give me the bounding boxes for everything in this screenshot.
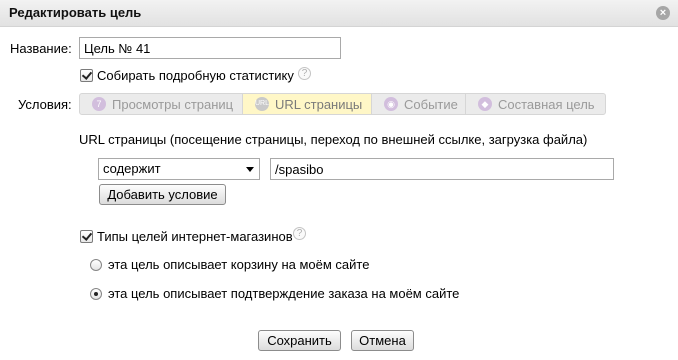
match-type-value: содержит — [103, 161, 161, 176]
conditions-label: Условия: — [18, 97, 72, 112]
chevron-down-icon — [246, 167, 254, 172]
detailed-stats-checkbox[interactable] — [80, 69, 93, 82]
url-input[interactable] — [270, 158, 614, 180]
tab-label: Событие — [404, 96, 458, 112]
edit-goal-dialog: Редактировать цель × Название: Собирать … — [0, 0, 678, 360]
tab-label: Просмотры страниц — [112, 96, 234, 112]
tab-label: Составная цель — [498, 96, 595, 112]
dialog-title-bar: Редактировать цель × — [0, 0, 678, 27]
cart-option-label: эта цель описывает корзину на моём сайте — [108, 257, 370, 272]
name-label: Название: — [10, 41, 72, 56]
cancel-button[interactable]: Отмена — [351, 330, 414, 351]
goal-name-input[interactable] — [79, 37, 341, 59]
help-icon[interactable]: ? — [298, 67, 311, 80]
tab-url[interactable]: URL URL страницы — [243, 94, 372, 114]
add-condition-button[interactable]: Добавить условие — [99, 184, 226, 205]
dialog-title: Редактировать цель — [9, 5, 142, 20]
ecommerce-label: Типы целей интернет-магазинов — [97, 229, 293, 244]
detailed-stats-label: Собирать подробную статистику — [97, 68, 294, 83]
tab-event[interactable]: ◉ Событие — [372, 94, 466, 114]
tab-page-views[interactable]: 7 Просмотры страниц — [80, 94, 243, 114]
url-icon: URL — [255, 97, 269, 111]
condition-tabs: 7 Просмотры страниц URL URL страницы ◉ С… — [79, 93, 606, 115]
url-description: URL страницы (посещение страницы, перехо… — [79, 132, 588, 147]
close-icon[interactable]: × — [656, 6, 670, 20]
match-type-select[interactable]: содержит — [98, 158, 260, 180]
order-confirmation-label: эта цель описывает подтверждение заказа … — [108, 286, 460, 301]
event-icon: ◉ — [384, 97, 398, 111]
tab-composite-goal[interactable]: ◆ Составная цель — [466, 94, 605, 114]
help-icon[interactable]: ? — [293, 227, 306, 240]
page-views-icon: 7 — [92, 97, 106, 111]
tab-label: URL страницы — [275, 96, 363, 112]
cart-radio[interactable] — [90, 259, 102, 271]
order-confirmation-radio[interactable] — [90, 288, 102, 300]
save-button[interactable]: Сохранить — [258, 330, 341, 351]
composite-goal-icon: ◆ — [478, 97, 492, 111]
ecommerce-checkbox[interactable] — [80, 230, 93, 243]
